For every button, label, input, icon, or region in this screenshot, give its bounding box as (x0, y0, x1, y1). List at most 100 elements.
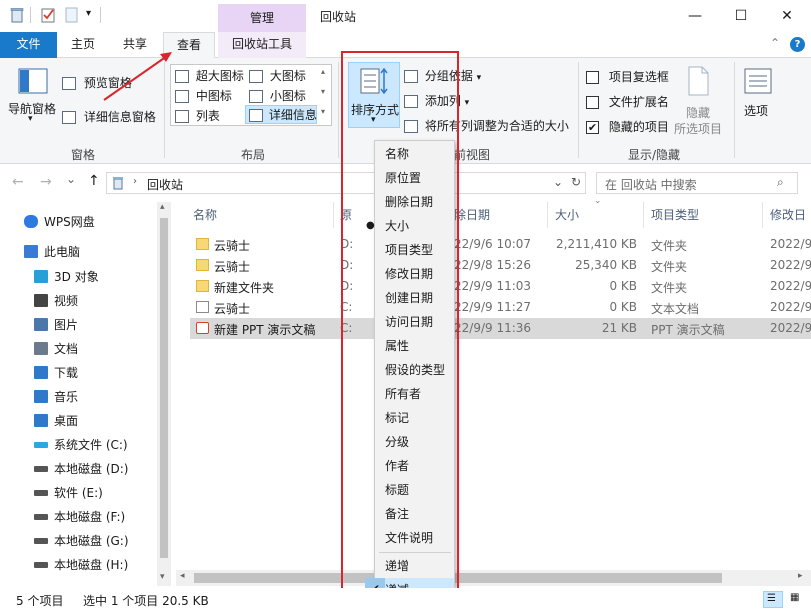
table-row[interactable]: 云骑士 D: 22/9/8 15:26 25,340 KB 文件夹 2022/9 (190, 255, 811, 276)
column-divider[interactable] (643, 202, 644, 228)
gallery-scroll-down-icon[interactable]: ▾ (321, 87, 325, 96)
sidebar-scroll-thumb[interactable] (160, 218, 168, 558)
title-bar: ▾ 管理 回收站 — ☐ ✕ (0, 0, 811, 32)
sidebar-item[interactable]: 系统文件 (C:) (0, 433, 170, 457)
date-deleted: 22/9/9 11:03 (454, 279, 532, 293)
large-icons-icon (249, 70, 263, 83)
sidebar-item[interactable]: 3D 对象 (0, 265, 170, 289)
navigation-pane-button[interactable]: 导航窗格 ▾ (6, 62, 58, 130)
sidebar-item[interactable]: 软件 (E:) (0, 481, 170, 505)
sidebar-item[interactable]: 音乐 (0, 385, 170, 409)
properties-icon[interactable] (40, 7, 56, 23)
table-row[interactable]: 云骑士 D: 22/9/6 10:07 2,211,410 KB 文件夹 2022/9 (190, 234, 811, 255)
tab-recycle-bin-tools[interactable]: 回收站工具 (218, 32, 306, 58)
details-pane-button[interactable]: 详细信息窗格 (62, 108, 156, 125)
column-header-item-type[interactable]: 项目类型 (651, 206, 699, 223)
qat-separator (30, 7, 31, 23)
table-row[interactable]: 新建文件夹 D: 22/9/9 11:03 0 KB 文件夹 2022/9 (190, 276, 811, 297)
address-dropdown-icon[interactable]: ⌄ (553, 175, 563, 189)
layout-details[interactable]: 详细信息 (245, 105, 317, 124)
horizontal-scrollbar[interactable]: ◂ ▸ (176, 570, 811, 586)
sidebar-item-label: 本地磁盘 (D:) (54, 462, 129, 476)
sidebar-item[interactable]: 文档 (0, 337, 170, 361)
sidebar: WPS网盘此电脑 3D 对象 视频 图片文档下载 音乐 桌面 系统文件 (C:) 本地磁盘 (… (0, 202, 172, 586)
hide-selected-sub-label: 所选项目 (674, 122, 723, 136)
sidebar-scroll-down-icon[interactable]: ▾ (160, 572, 165, 582)
hidden-items-option[interactable]: ✔ 隐藏的项目 (586, 118, 669, 135)
column-header-name[interactable]: 名称 (193, 206, 217, 223)
minimize-button[interactable]: — (672, 0, 718, 32)
layout-extra-large-icons[interactable]: 超大图标 (175, 67, 244, 84)
gallery-expand-icon[interactable]: ▾ (321, 107, 325, 116)
sidebar-item[interactable]: 图片 (0, 313, 170, 337)
back-button[interactable]: ← (12, 174, 24, 190)
table-row[interactable]: 云骑士 C: 22/9/9 11:27 0 KB 文本文档 2022/9 (190, 297, 811, 318)
gallery-scroll-up-icon[interactable]: ▴ (321, 67, 325, 76)
date-modified: 2022/9 (770, 258, 811, 272)
file-extensions-option[interactable]: 文件扩展名 (586, 93, 669, 110)
file-name: 云骑士 (214, 239, 251, 253)
sidebar-scroll-up-icon[interactable]: ▴ (160, 202, 165, 212)
details-view-toggle[interactable]: ☰ (763, 591, 783, 608)
layout-medium-icons[interactable]: 中图标 (175, 87, 232, 104)
file-extensions-checkbox[interactable] (586, 96, 599, 109)
sidebar-item[interactable]: 视频 (0, 289, 170, 313)
sidebar-item[interactable]: WPS网盘 (0, 210, 170, 234)
column-divider[interactable] (547, 202, 548, 228)
layout-small-icons[interactable]: 小图标 (249, 87, 306, 104)
sidebar-item[interactable]: 本地磁盘 (G:) (0, 529, 170, 553)
column-header-date-modified[interactable]: 修改日 (770, 206, 806, 223)
date-deleted: 22/9/6 10:07 (454, 237, 532, 251)
qat-dropdown-icon[interactable]: ▾ (86, 8, 91, 19)
file-extensions-label: 文件扩展名 (608, 95, 669, 109)
context-tab-header: 管理 (218, 4, 306, 32)
sidebar-item[interactable]: 本地磁盘 (F:) (0, 505, 170, 529)
layout-list-label: 列表 (195, 109, 220, 123)
scroll-left-icon[interactable]: ◂ (180, 571, 185, 581)
help-icon[interactable]: ? (790, 37, 805, 52)
sidebar-item[interactable]: 下载 (0, 361, 170, 385)
recent-locations-button[interactable]: ⌄ (66, 172, 76, 186)
column-divider[interactable] (333, 202, 334, 228)
refresh-icon[interactable]: ↻ (571, 175, 581, 189)
sidebar-item-label: 此电脑 (44, 245, 81, 259)
large-icons-view-toggle[interactable]: ▦ (787, 591, 807, 608)
item-checkboxes-checkbox[interactable] (586, 71, 599, 84)
item-type: PPT 演示文稿 (651, 323, 725, 337)
collapse-ribbon-icon[interactable]: ⌃ (770, 36, 780, 50)
column-header-size[interactable]: 大小 (555, 206, 579, 223)
sidebar-item[interactable]: 桌面 (0, 409, 170, 433)
file-name: 云骑士 (214, 260, 251, 274)
column-header-date-deleted[interactable]: 除日期 (454, 206, 490, 223)
sidebar-item[interactable]: 此电脑 (0, 240, 170, 264)
table-row[interactable]: 新建 PPT 演示文稿 C: 22/9/9 11:36 21 KB PPT 演示文稿 20… (190, 318, 811, 339)
up-button[interactable]: ↑ (88, 173, 100, 189)
scroll-right-icon[interactable]: ▸ (798, 571, 803, 581)
recycle-bin-icon (10, 8, 24, 23)
layout-list[interactable]: 列表 (175, 107, 220, 124)
tab-home[interactable]: 主页 (62, 32, 104, 58)
sidebar-item-label: 文档 (54, 342, 79, 356)
sidebar-item[interactable]: 本地磁盘 (H:) (0, 553, 170, 577)
column-divider[interactable] (762, 202, 763, 228)
search-box[interactable]: 在 回收站 中搜索 ⌕ (596, 172, 798, 194)
hidden-items-checkbox[interactable]: ✔ (586, 121, 599, 134)
layout-large-icons[interactable]: 大图标 (249, 67, 306, 84)
new-folder-qat-icon[interactable] (64, 7, 80, 23)
item-checkboxes-option[interactable]: 项目复选框 (586, 68, 669, 85)
tab-file[interactable]: 文件 (0, 32, 57, 58)
hide-selected-button[interactable]: 隐藏 所选项目 (672, 64, 726, 136)
search-input[interactable]: 在 回收站 中搜索 (605, 176, 697, 193)
address-text[interactable]: 回收站 (147, 176, 183, 193)
search-icon[interactable]: ⌕ (777, 175, 784, 190)
sidebar-scrollbar[interactable]: ▴ ▾ (157, 202, 171, 586)
layout-group-name: 布局 (240, 148, 265, 162)
maximize-button[interactable]: ☐ (718, 0, 764, 32)
sidebar-item[interactable]: 本地磁盘 (D:) (0, 457, 170, 481)
add-columns-dropdown-icon: ▾ (464, 98, 470, 108)
close-button[interactable]: ✕ (764, 0, 810, 32)
selection-info: 选中 1 个项目 20.5 KB (83, 594, 209, 608)
forward-button[interactable]: → (40, 174, 52, 190)
options-button[interactable]: 选项 (740, 64, 776, 134)
list-icon (175, 110, 189, 123)
